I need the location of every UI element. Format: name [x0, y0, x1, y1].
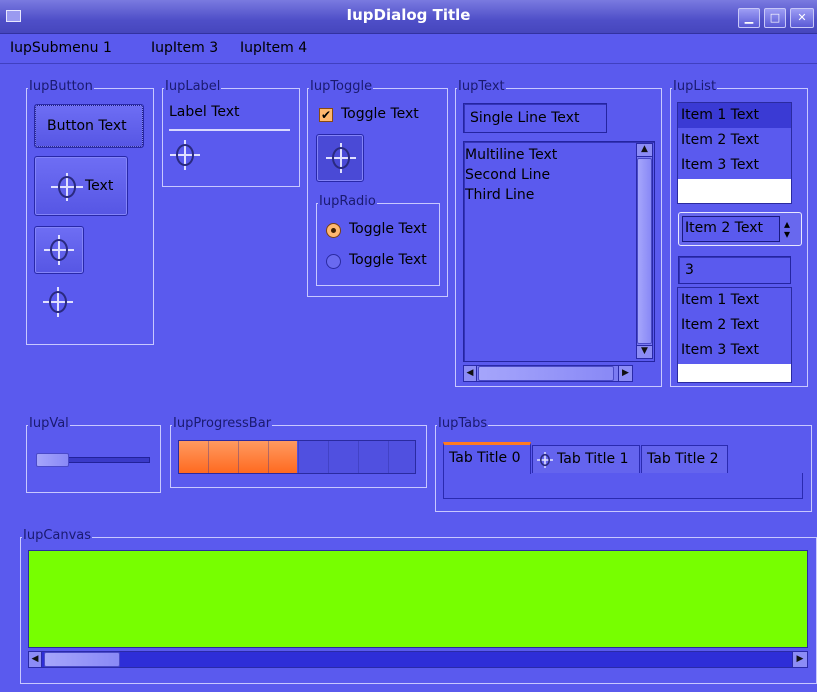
horizontal-scroll-thumb[interactable]: [478, 366, 614, 381]
flat-cross-icon[interactable]: [41, 285, 75, 319]
icon-text-button-label: Text: [85, 178, 114, 194]
list-item[interactable]: Item 1 Text: [681, 292, 759, 308]
canvas-frame-title: IupCanvas: [22, 528, 93, 543]
multiline-line-2: Second Line: [465, 167, 551, 183]
dropdown-arrow-icon[interactable]: ▴ ▾: [784, 218, 790, 240]
list-edit-value: 3: [685, 262, 694, 278]
toggle-frame-title: IupToggle: [309, 79, 374, 94]
list-edit-input[interactable]: 3: [678, 256, 791, 284]
tab-title-0[interactable]: Tab Title 0: [443, 442, 531, 474]
radio-button-1[interactable]: [326, 223, 341, 238]
list-frame-title: IupList: [672, 79, 718, 94]
list-empty-area: [678, 179, 791, 203]
multiline-line-1: Multiline Text: [465, 147, 558, 163]
maximize-icon[interactable]: □: [764, 8, 786, 28]
list-empty-area: [678, 364, 791, 382]
label-image-icon: [170, 140, 200, 170]
list-item[interactable]: Item 2 Text: [681, 132, 759, 148]
radio-frame: [316, 203, 440, 286]
canvas-scroll-thumb[interactable]: [44, 652, 120, 667]
single-line-text-input[interactable]: Single Line Text: [463, 103, 607, 133]
scroll-right-arrow-icon[interactable]: ▶: [792, 651, 808, 668]
menu-submenu-1[interactable]: IupSubmenu 1: [10, 40, 112, 56]
scroll-left-arrow-icon[interactable]: ◀: [28, 651, 42, 668]
tab-title-2[interactable]: Tab Title 2: [641, 445, 728, 473]
val-slider-handle[interactable]: [36, 453, 69, 467]
scroll-right-arrow-icon[interactable]: ▶: [618, 365, 633, 382]
tab-content: [443, 473, 803, 499]
tabs-frame-title: IupTabs: [437, 416, 489, 431]
close-icon[interactable]: ✕: [790, 8, 814, 28]
edit-list-box[interactable]: Item 1 Text Item 2 Text Item 3 Text: [677, 287, 792, 383]
radio-label-1[interactable]: Toggle Text: [349, 221, 427, 237]
radio-label-2[interactable]: Toggle Text: [349, 252, 427, 268]
multiline-line-3: Third Line: [465, 187, 535, 203]
radio-frame-title: IupRadio: [318, 194, 377, 209]
list-box[interactable]: Item 1 Text Item 2 Text Item 3 Text: [677, 102, 792, 204]
progress-bar: [178, 440, 416, 474]
tab-title-1-label: Tab Title 1: [557, 451, 629, 467]
scroll-left-arrow-icon[interactable]: ◀: [463, 365, 477, 382]
text-frame-title: IupText: [457, 79, 506, 94]
multiline-text-input[interactable]: Multiline Text Second Line Third Line: [463, 141, 655, 362]
text-button-label: Button Text: [47, 118, 127, 134]
single-line-text-value: Single Line Text: [470, 110, 580, 126]
toggle-checkbox[interactable]: ✔: [319, 108, 333, 122]
progress-frame-title: IupProgressBar: [172, 416, 273, 431]
list-item[interactable]: Item 3 Text: [681, 342, 759, 358]
toggle-label[interactable]: Toggle Text: [341, 106, 419, 122]
window-title: IupDialog Title: [346, 6, 471, 24]
list-dropdown[interactable]: Item 2 Text ▴ ▾: [678, 212, 802, 246]
tab-title-1[interactable]: Tab Title 1: [532, 445, 640, 473]
canvas-horizontal-scrollbar[interactable]: [28, 651, 808, 668]
cross-icon: [44, 235, 74, 265]
radio-button-2[interactable]: [326, 254, 341, 269]
cross-icon: [537, 452, 553, 468]
icon-button[interactable]: [34, 226, 84, 274]
dropdown-value: Item 2 Text: [685, 220, 763, 236]
button-frame-title: IupButton: [28, 79, 94, 94]
cross-icon: [51, 173, 83, 201]
label-frame-title: IupLabel: [164, 79, 222, 94]
vertical-scroll-thumb[interactable]: [637, 158, 652, 344]
scroll-down-arrow-icon[interactable]: ▼: [636, 345, 653, 359]
label-text: Label Text: [169, 104, 240, 120]
text-button[interactable]: Button Text: [34, 104, 144, 148]
image-toggle[interactable]: [316, 134, 364, 182]
icon-text-button[interactable]: Text: [34, 156, 128, 216]
menu-bar: [0, 34, 817, 64]
minimize-icon[interactable]: ▁: [738, 8, 760, 28]
val-frame-title: IupVal: [28, 416, 70, 431]
cross-icon: [326, 143, 356, 173]
menu-item-4[interactable]: IupItem 4: [240, 40, 307, 56]
list-item[interactable]: Item 1 Text: [681, 107, 759, 123]
menu-item-3[interactable]: IupItem 3: [151, 40, 218, 56]
list-item[interactable]: Item 2 Text: [681, 317, 759, 333]
canvas-area[interactable]: [28, 550, 808, 648]
multiline-text-lines: Multiline Text Second Line Third Line: [465, 145, 557, 205]
scroll-up-arrow-icon[interactable]: ▲: [636, 143, 653, 157]
list-item[interactable]: Item 3 Text: [681, 157, 759, 173]
label-separator: [169, 129, 290, 131]
